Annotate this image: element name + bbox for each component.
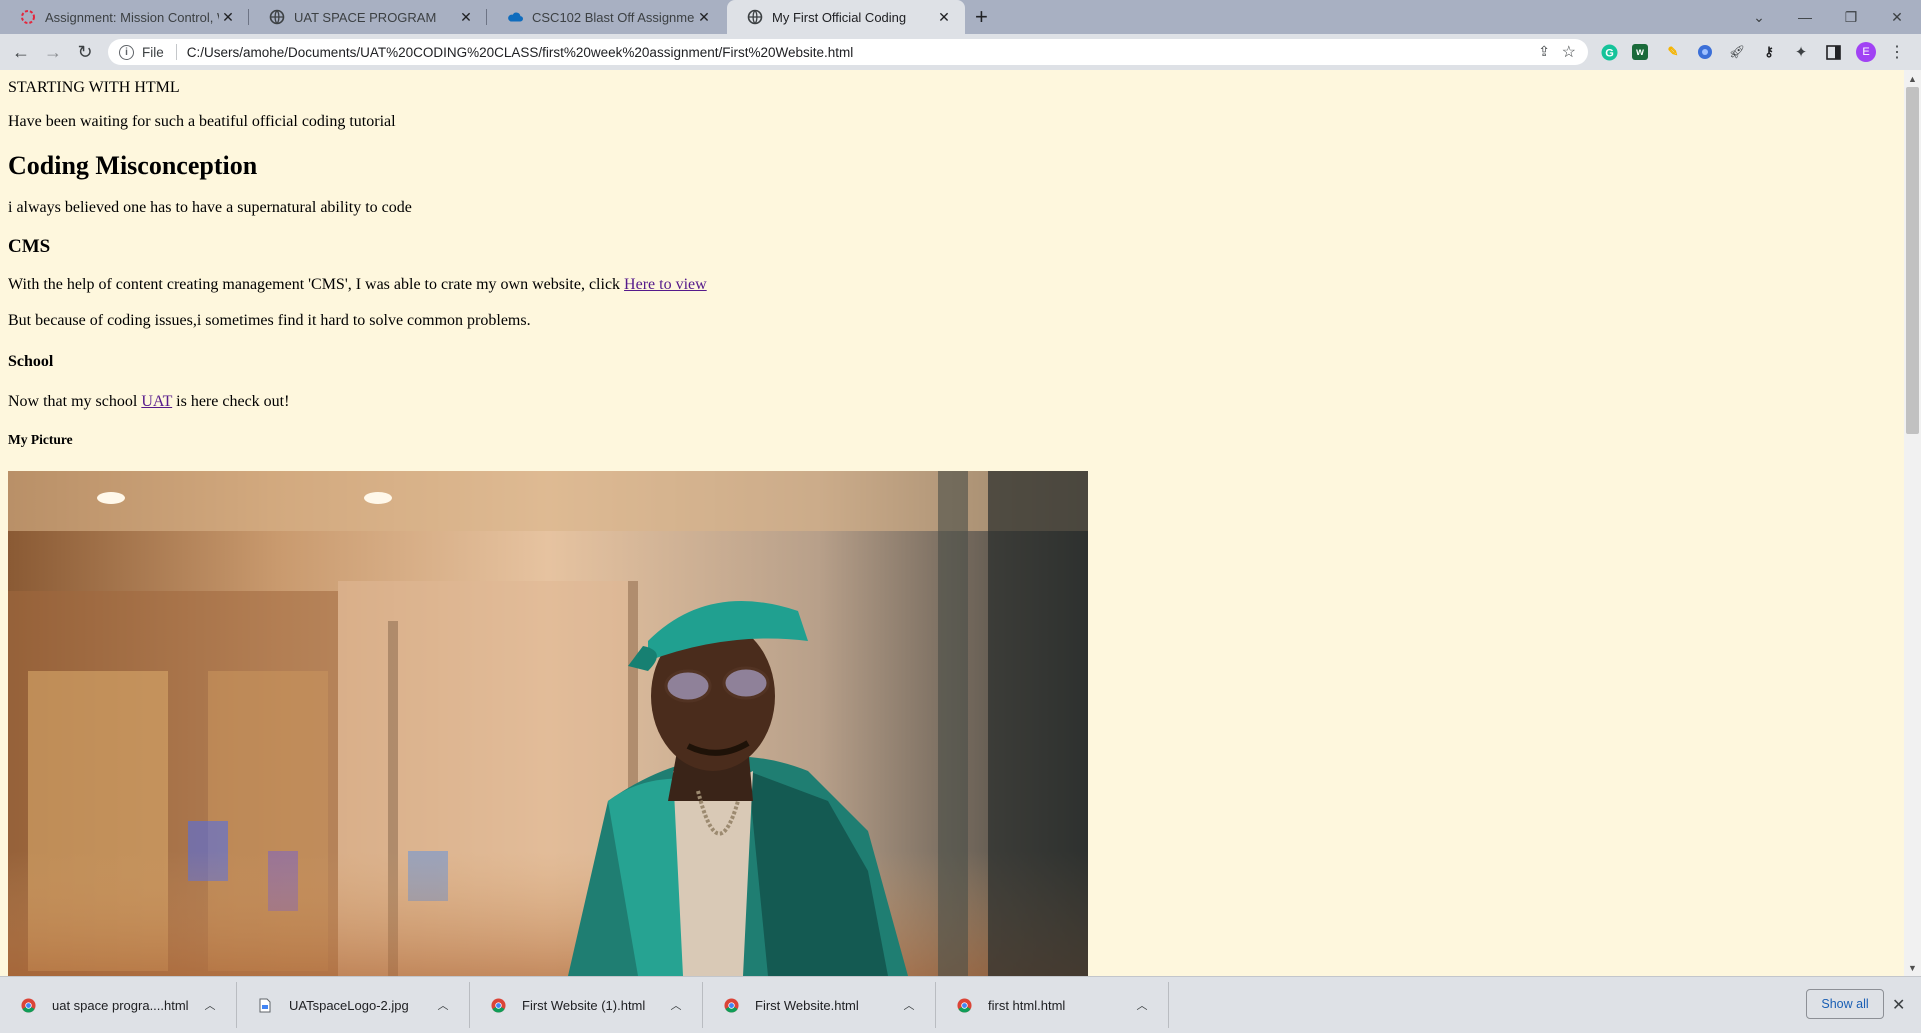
here-to-view-link[interactable]: Here to view	[624, 276, 707, 293]
tab-uat-space-program[interactable]: UAT SPACE PROGRAM ✕	[249, 0, 487, 34]
tab-title: My First Official Coding	[772, 9, 907, 25]
chrome-icon	[956, 997, 972, 1013]
extension-blue-icon[interactable]	[1696, 43, 1714, 61]
chevron-up-icon[interactable]: ︿	[203, 997, 217, 1013]
chevron-up-icon[interactable]: ︿	[1135, 997, 1149, 1013]
school-heading: School	[8, 353, 54, 370]
reload-icon[interactable]: ↻	[73, 40, 97, 64]
tab-title: Assignment: Mission Control, We	[45, 9, 219, 25]
intro-heading-text: STARTING WITH HTML	[8, 79, 180, 96]
scrollbar-thumb[interactable]	[1906, 87, 1919, 434]
tab-strip: Assignment: Mission Control, We ✕ UAT SP…	[0, 0, 1921, 34]
side-panel-icon[interactable]	[1824, 43, 1842, 61]
globe-icon	[747, 9, 763, 25]
tab-search-icon[interactable]: ⌄	[1736, 0, 1782, 34]
cms-text: With the help of content creating manage…	[8, 276, 625, 293]
close-tab-icon[interactable]: ✕	[695, 9, 713, 26]
tab-assignment[interactable]: Assignment: Mission Control, We ✕	[0, 0, 249, 34]
chrome-icon	[20, 997, 36, 1013]
profile-photo	[8, 471, 1088, 976]
chevron-up-icon[interactable]: ︿	[902, 997, 916, 1013]
chrome-icon	[723, 997, 739, 1013]
menu-kebab-icon[interactable]: ⋮	[1888, 43, 1906, 61]
cms-paragraph: With the help of content creating manage…	[8, 276, 707, 294]
grammarly-icon[interactable]: G	[1600, 43, 1618, 61]
canvas-icon	[20, 9, 36, 25]
download-filename: first html.html	[988, 997, 1066, 1013]
tab-my-first-official-coding[interactable]: My First Official Coding ✕	[727, 0, 965, 34]
extension-colorful-icon[interactable]: ✎	[1664, 43, 1682, 61]
globe-icon	[269, 9, 285, 25]
page-viewport: STARTING WITH HTML Have been waiting for…	[0, 70, 1904, 976]
chevron-up-icon[interactable]: ︿	[436, 997, 450, 1013]
issues-paragraph: But because of coding issues,i sometimes…	[8, 312, 531, 329]
divider	[1168, 982, 1169, 1028]
misconception-paragraph: i always believed one has to have a supe…	[8, 199, 412, 216]
close-tab-icon[interactable]: ✕	[457, 9, 475, 26]
chrome-icon	[490, 997, 506, 1013]
download-shelf: uat space progra....html ︿ UATspaceLogo-…	[0, 976, 1921, 1033]
download-item[interactable]: first html.html ︿	[936, 977, 1169, 1033]
uat-link[interactable]: UAT	[141, 393, 172, 410]
intro-paragraph: Have been waiting for such a beatiful of…	[8, 113, 396, 130]
picture-heading: My Picture	[8, 432, 73, 447]
download-filename: UATspaceLogo-2.jpg	[289, 997, 409, 1013]
school-paragraph: Now that my school UAT is here check out…	[8, 393, 289, 411]
vertical-scrollbar[interactable]: ▲ ▼	[1904, 70, 1921, 976]
download-filename: uat space progra....html	[52, 997, 189, 1013]
close-window-icon[interactable]: ✕	[1874, 0, 1920, 34]
school-text-pre: Now that my school	[8, 393, 142, 410]
image-file-icon	[257, 997, 273, 1013]
scroll-down-arrow-icon[interactable]: ▼	[1904, 959, 1921, 976]
forward-icon[interactable]: →	[41, 40, 65, 64]
rocket-icon[interactable]: 🚀︎	[1728, 43, 1746, 61]
divider	[175, 44, 177, 60]
address-bar[interactable]: i File C:/Users/amohe/Documents/UAT%20CO…	[108, 39, 1588, 65]
key-icon[interactable]: ⚷	[1760, 43, 1778, 61]
tab-csc102[interactable]: CSC102 Blast Off Assignment Vic ✕	[487, 0, 725, 34]
close-shelf-icon[interactable]: ✕	[1892, 995, 1905, 1015]
scheme-label: File	[142, 44, 164, 60]
url-text[interactable]: C:/Users/amohe/Documents/UAT%20CODING%20…	[187, 45, 854, 60]
cms-heading: CMS	[8, 236, 51, 257]
close-tab-icon[interactable]: ✕	[219, 9, 237, 26]
scroll-up-arrow-icon[interactable]: ▲	[1904, 70, 1921, 87]
download-item[interactable]: uat space progra....html ︿	[0, 977, 237, 1033]
restore-icon[interactable]: ❐	[1828, 0, 1874, 34]
toolbar: ← → ↻ i File C:/Users/amohe/Documents/UA…	[0, 34, 1921, 70]
onedrive-icon	[507, 9, 523, 25]
download-item[interactable]: First Website (1).html ︿	[470, 977, 703, 1033]
download-item[interactable]: First Website.html ︿	[703, 977, 936, 1033]
puzzle-extensions-icon[interactable]: ✦	[1792, 43, 1810, 61]
svg-text:G: G	[1605, 47, 1614, 59]
tab-title: UAT SPACE PROGRAM	[294, 9, 437, 25]
info-icon[interactable]: i	[119, 44, 134, 60]
download-filename: First Website (1).html	[522, 997, 646, 1013]
download-item[interactable]: UATspaceLogo-2.jpg ︿	[237, 977, 470, 1033]
show-all-button[interactable]: Show all	[1806, 989, 1884, 1019]
extension-w-icon[interactable]: w	[1632, 44, 1648, 60]
school-text-post: is here check out!	[172, 393, 290, 410]
download-filename: First Website.html	[755, 997, 859, 1013]
tab-title: CSC102 Blast Off Assignment Vic	[532, 9, 695, 25]
minimize-icon[interactable]: —	[1782, 0, 1828, 34]
share-icon[interactable]: ⇪	[1538, 43, 1550, 60]
bookmark-star-icon[interactable]: ☆	[1562, 42, 1576, 62]
chevron-up-icon[interactable]: ︿	[669, 997, 683, 1013]
close-tab-icon[interactable]: ✕	[935, 9, 953, 26]
page-title: Coding Misconception	[8, 151, 258, 180]
back-icon[interactable]: ←	[9, 40, 33, 64]
new-tab-button[interactable]: +	[975, 4, 988, 30]
profile-avatar[interactable]: E	[1856, 42, 1876, 62]
